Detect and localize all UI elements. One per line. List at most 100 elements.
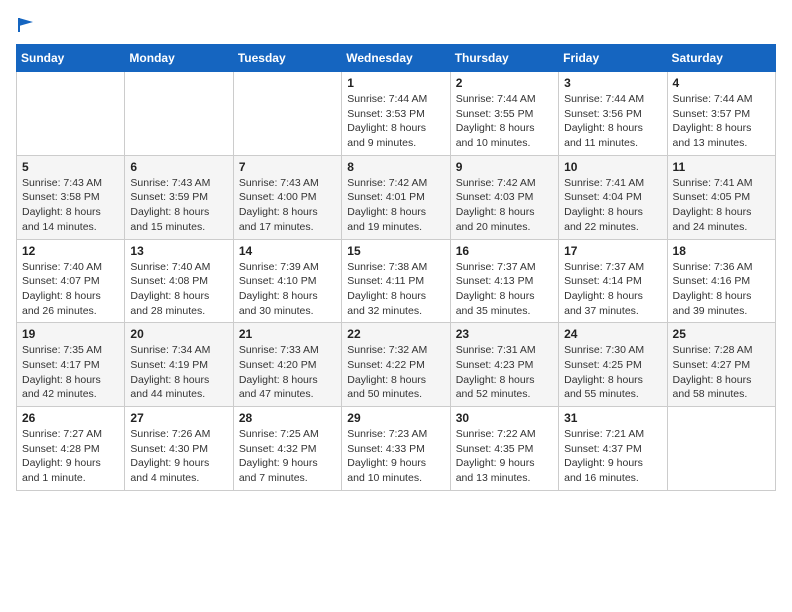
day-cell-11: 11 Sunrise: 7:41 AM Sunset: 4:05 PM Dayli… — [667, 155, 775, 239]
day-info: Sunrise: 7:37 AM Sunset: 4:14 PM Dayligh… — [564, 260, 661, 319]
day-info: Sunrise: 7:27 AM Sunset: 4:28 PM Dayligh… — [22, 427, 119, 486]
day-cell-13: 13 Sunrise: 7:40 AM Sunset: 4:08 PM Dayli… — [125, 239, 233, 323]
day-cell-24: 24 Sunrise: 7:30 AM Sunset: 4:25 PM Dayli… — [559, 323, 667, 407]
day-number: 4 — [673, 76, 770, 90]
day-number: 17 — [564, 244, 661, 258]
day-info: Sunrise: 7:36 AM Sunset: 4:16 PM Dayligh… — [673, 260, 770, 319]
day-number: 13 — [130, 244, 227, 258]
day-info: Sunrise: 7:43 AM Sunset: 3:58 PM Dayligh… — [22, 176, 119, 235]
day-info: Sunrise: 7:44 AM Sunset: 3:53 PM Dayligh… — [347, 92, 444, 151]
day-cell-9: 9 Sunrise: 7:42 AM Sunset: 4:03 PM Daylig… — [450, 155, 558, 239]
day-number: 29 — [347, 411, 444, 425]
day-cell-30: 30 Sunrise: 7:22 AM Sunset: 4:35 PM Dayli… — [450, 407, 558, 491]
day-cell-18: 18 Sunrise: 7:36 AM Sunset: 4:16 PM Dayli… — [667, 239, 775, 323]
day-number: 2 — [456, 76, 553, 90]
day-number: 14 — [239, 244, 336, 258]
day-cell-12: 12 Sunrise: 7:40 AM Sunset: 4:07 PM Dayli… — [17, 239, 125, 323]
day-number: 9 — [456, 160, 553, 174]
week-row-2: 5 Sunrise: 7:43 AM Sunset: 3:58 PM Daylig… — [17, 155, 776, 239]
empty-cell — [125, 72, 233, 156]
day-cell-20: 20 Sunrise: 7:34 AM Sunset: 4:19 PM Dayli… — [125, 323, 233, 407]
day-number: 11 — [673, 160, 770, 174]
day-info: Sunrise: 7:40 AM Sunset: 4:07 PM Dayligh… — [22, 260, 119, 319]
day-info: Sunrise: 7:41 AM Sunset: 4:04 PM Dayligh… — [564, 176, 661, 235]
day-number: 8 — [347, 160, 444, 174]
day-info: Sunrise: 7:41 AM Sunset: 4:05 PM Dayligh… — [673, 176, 770, 235]
day-number: 20 — [130, 327, 227, 341]
day-info: Sunrise: 7:21 AM Sunset: 4:37 PM Dayligh… — [564, 427, 661, 486]
day-number: 28 — [239, 411, 336, 425]
day-info: Sunrise: 7:26 AM Sunset: 4:30 PM Dayligh… — [130, 427, 227, 486]
day-number: 23 — [456, 327, 553, 341]
empty-cell — [17, 72, 125, 156]
day-info: Sunrise: 7:33 AM Sunset: 4:20 PM Dayligh… — [239, 343, 336, 402]
day-info: Sunrise: 7:25 AM Sunset: 4:32 PM Dayligh… — [239, 427, 336, 486]
day-cell-26: 26Sunrise: 7:27 AM Sunset: 4:28 PM Dayli… — [17, 407, 125, 491]
day-number: 10 — [564, 160, 661, 174]
day-info: Sunrise: 7:23 AM Sunset: 4:33 PM Dayligh… — [347, 427, 444, 486]
empty-cell — [233, 72, 341, 156]
calendar-table: SundayMondayTuesdayWednesdayThursdayFrid… — [16, 44, 776, 491]
day-cell-21: 21 Sunrise: 7:33 AM Sunset: 4:20 PM Dayli… — [233, 323, 341, 407]
day-info: Sunrise: 7:38 AM Sunset: 4:11 PM Dayligh… — [347, 260, 444, 319]
day-number: 25 — [673, 327, 770, 341]
day-cell-29: 29 Sunrise: 7:23 AM Sunset: 4:33 PM Dayli… — [342, 407, 450, 491]
week-row-3: 12 Sunrise: 7:40 AM Sunset: 4:07 PM Dayli… — [17, 239, 776, 323]
day-cell-22: 22 Sunrise: 7:32 AM Sunset: 4:22 PM Dayli… — [342, 323, 450, 407]
day-cell-6: 6 Sunrise: 7:43 AM Sunset: 3:59 PM Daylig… — [125, 155, 233, 239]
day-number: 30 — [456, 411, 553, 425]
day-info: Sunrise: 7:43 AM Sunset: 4:00 PM Dayligh… — [239, 176, 336, 235]
day-info: Sunrise: 7:22 AM Sunset: 4:35 PM Dayligh… — [456, 427, 553, 486]
day-info: Sunrise: 7:42 AM Sunset: 4:03 PM Dayligh… — [456, 176, 553, 235]
logo — [16, 16, 36, 34]
day-number: 6 — [130, 160, 227, 174]
logo-flag-icon — [17, 16, 35, 34]
day-number: 19 — [22, 327, 119, 341]
day-cell-28: 28 Sunrise: 7:25 AM Sunset: 4:32 PM Dayli… — [233, 407, 341, 491]
day-number: 7 — [239, 160, 336, 174]
day-number: 18 — [673, 244, 770, 258]
weekday-header-tuesday: Tuesday — [233, 45, 341, 72]
day-number: 5 — [22, 160, 119, 174]
day-info: Sunrise: 7:44 AM Sunset: 3:57 PM Dayligh… — [673, 92, 770, 151]
day-cell-2: 2Sunrise: 7:44 AM Sunset: 3:55 PM Daylig… — [450, 72, 558, 156]
page-header — [16, 16, 776, 34]
day-cell-15: 15 Sunrise: 7:38 AM Sunset: 4:11 PM Dayli… — [342, 239, 450, 323]
day-cell-14: 14Sunrise: 7:39 AM Sunset: 4:10 PM Dayli… — [233, 239, 341, 323]
day-info: Sunrise: 7:43 AM Sunset: 3:59 PM Dayligh… — [130, 176, 227, 235]
day-info: Sunrise: 7:42 AM Sunset: 4:01 PM Dayligh… — [347, 176, 444, 235]
day-number: 15 — [347, 244, 444, 258]
day-number: 1 — [347, 76, 444, 90]
day-number: 16 — [456, 244, 553, 258]
weekday-header-saturday: Saturday — [667, 45, 775, 72]
day-number: 21 — [239, 327, 336, 341]
day-info: Sunrise: 7:34 AM Sunset: 4:19 PM Dayligh… — [130, 343, 227, 402]
empty-cell — [667, 407, 775, 491]
weekday-header-row: SundayMondayTuesdayWednesdayThursdayFrid… — [17, 45, 776, 72]
day-cell-17: 17 Sunrise: 7:37 AM Sunset: 4:14 PM Dayli… — [559, 239, 667, 323]
day-info: Sunrise: 7:30 AM Sunset: 4:25 PM Dayligh… — [564, 343, 661, 402]
day-cell-25: 25 Sunrise: 7:28 AM Sunset: 4:27 PM Dayli… — [667, 323, 775, 407]
day-info: Sunrise: 7:35 AM Sunset: 4:17 PM Dayligh… — [22, 343, 119, 402]
weekday-header-friday: Friday — [559, 45, 667, 72]
weekday-header-thursday: Thursday — [450, 45, 558, 72]
day-cell-8: 8 Sunrise: 7:42 AM Sunset: 4:01 PM Daylig… — [342, 155, 450, 239]
day-cell-31: 31Sunrise: 7:21 AM Sunset: 4:37 PM Dayli… — [559, 407, 667, 491]
weekday-header-wednesday: Wednesday — [342, 45, 450, 72]
day-info: Sunrise: 7:32 AM Sunset: 4:22 PM Dayligh… — [347, 343, 444, 402]
day-cell-23: 23 Sunrise: 7:31 AM Sunset: 4:23 PM Dayli… — [450, 323, 558, 407]
day-info: Sunrise: 7:44 AM Sunset: 3:56 PM Dayligh… — [564, 92, 661, 151]
weekday-header-sunday: Sunday — [17, 45, 125, 72]
day-number: 24 — [564, 327, 661, 341]
day-cell-10: 10 Sunrise: 7:41 AM Sunset: 4:04 PM Dayli… — [559, 155, 667, 239]
day-cell-7: 7 Sunrise: 7:43 AM Sunset: 4:00 PM Daylig… — [233, 155, 341, 239]
week-row-1: 1 Sunrise: 7:44 AM Sunset: 3:53 PM Daylig… — [17, 72, 776, 156]
day-info: Sunrise: 7:37 AM Sunset: 4:13 PM Dayligh… — [456, 260, 553, 319]
day-number: 12 — [22, 244, 119, 258]
day-cell-16: 16 Sunrise: 7:37 AM Sunset: 4:13 PM Dayli… — [450, 239, 558, 323]
weekday-header-monday: Monday — [125, 45, 233, 72]
day-info: Sunrise: 7:40 AM Sunset: 4:08 PM Dayligh… — [130, 260, 227, 319]
day-info: Sunrise: 7:31 AM Sunset: 4:23 PM Dayligh… — [456, 343, 553, 402]
day-number: 22 — [347, 327, 444, 341]
day-info: Sunrise: 7:28 AM Sunset: 4:27 PM Dayligh… — [673, 343, 770, 402]
